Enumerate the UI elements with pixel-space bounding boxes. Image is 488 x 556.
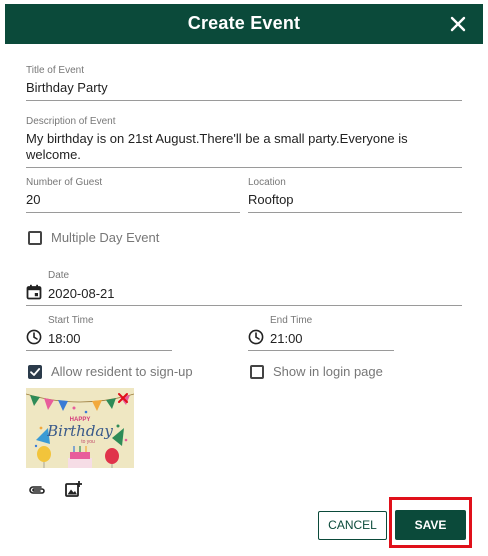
dialog-title: Create Event	[187, 13, 301, 33]
description-value-line1: My birthday is on 21st August.There'll b…	[26, 131, 408, 146]
add-image-icon[interactable]	[65, 480, 83, 498]
date-value: 2020-08-21	[48, 286, 115, 301]
save-button[interactable]: SAVE	[395, 510, 466, 540]
end-time-field[interactable]: End Time 21:00	[248, 315, 394, 351]
title-field[interactable]: Title of Event Birthday Party	[26, 65, 462, 101]
description-value-line2: welcome.	[26, 147, 81, 162]
allow-signup-checkbox[interactable]	[28, 365, 42, 379]
description-label: Description of Event	[26, 116, 116, 127]
title-label: Title of Event	[26, 65, 84, 76]
end-time-underline	[248, 350, 394, 351]
description-underline	[26, 167, 462, 168]
location-field[interactable]: Location Rooftop	[248, 177, 462, 213]
clock-icon	[248, 329, 264, 345]
date-underline	[26, 305, 462, 306]
guest-count-underline	[26, 212, 240, 213]
close-icon[interactable]	[447, 13, 469, 35]
cancel-button[interactable]: CANCEL	[318, 511, 387, 540]
multiple-day-label: Multiple Day Event	[51, 230, 160, 245]
show-login-checkbox[interactable]	[250, 365, 264, 379]
paperclip-icon[interactable]	[28, 484, 46, 496]
allow-signup-label: Allow resident to sign-up	[51, 364, 193, 379]
show-login-label: Show in login page	[273, 364, 383, 379]
event-image: HAPPY Birthday to you	[26, 388, 134, 468]
multiple-day-checkbox[interactable]	[28, 231, 42, 245]
start-time-field[interactable]: Start Time 18:00	[26, 315, 172, 351]
clock-icon	[26, 329, 42, 345]
location-value: Rooftop	[248, 192, 294, 207]
start-time-underline	[26, 350, 172, 351]
guest-count-label: Number of Guest	[26, 177, 103, 188]
image-text-to-you: to you	[81, 439, 95, 445]
dialog-header: Create Event	[5, 4, 483, 44]
title-value: Birthday Party	[26, 80, 108, 95]
remove-image-icon[interactable]	[117, 392, 129, 404]
end-time-value: 21:00	[270, 331, 303, 346]
calendar-icon	[26, 284, 42, 300]
start-time-label: Start Time	[48, 315, 94, 326]
description-field[interactable]: Description of Event My birthday is on 2…	[26, 116, 462, 168]
location-label: Location	[248, 177, 286, 188]
title-underline	[26, 100, 462, 101]
image-text-birthday: Birthday	[46, 422, 113, 440]
guest-count-field[interactable]: Number of Guest 20	[26, 177, 240, 213]
date-field[interactable]: Date 2020-08-21	[26, 270, 462, 306]
location-underline	[248, 212, 462, 213]
guest-count-value: 20	[26, 192, 41, 207]
start-time-value: 18:00	[48, 331, 81, 346]
date-label: Date	[48, 270, 70, 281]
end-time-label: End Time	[270, 315, 313, 326]
